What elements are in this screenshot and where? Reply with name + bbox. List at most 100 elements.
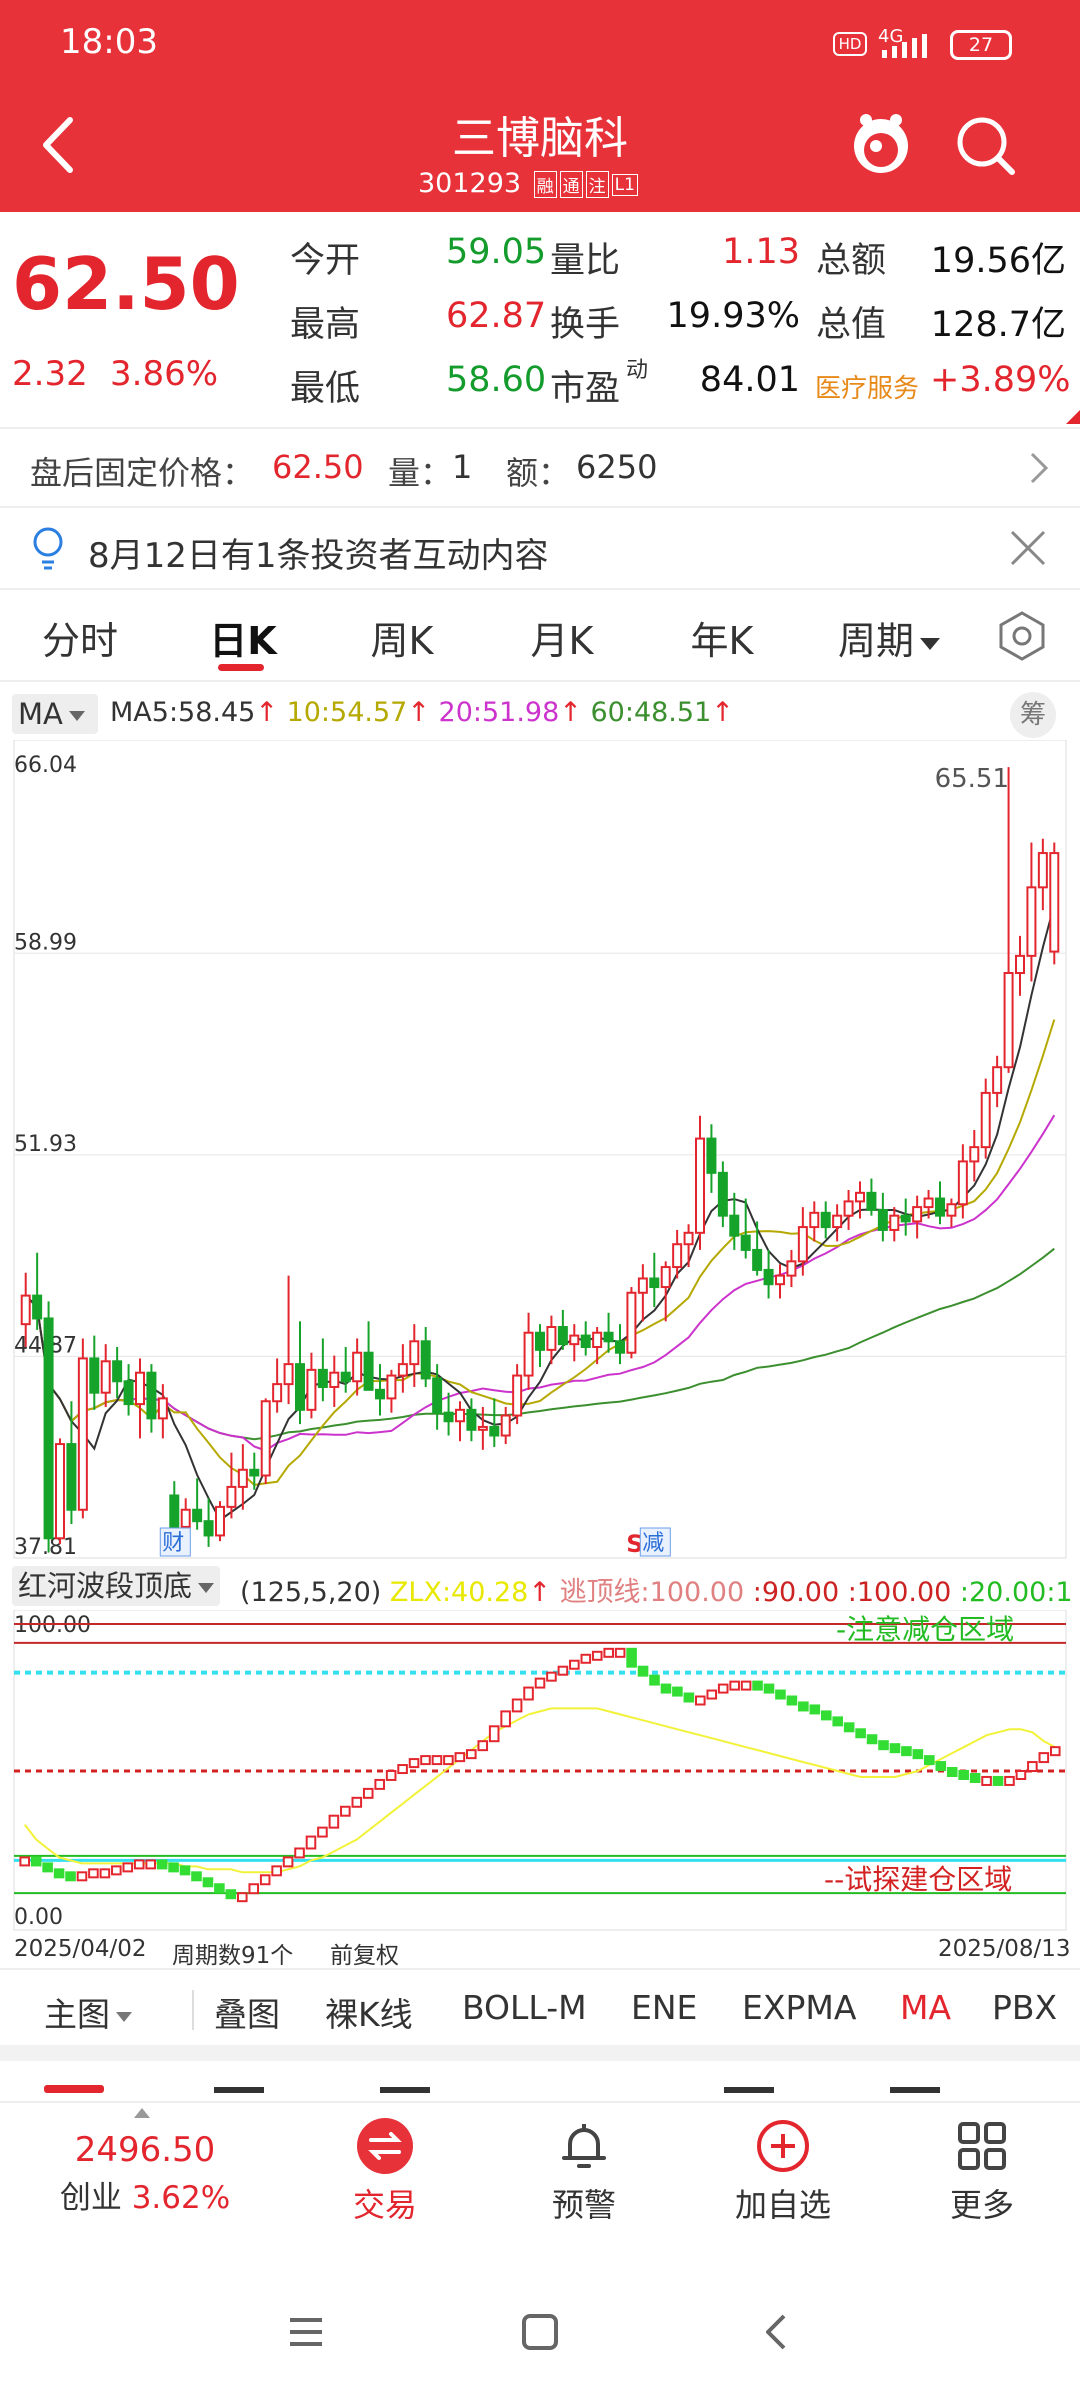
- wave-box: [924, 1755, 935, 1766]
- search-icon[interactable]: [950, 110, 1020, 180]
- afterhours-vol: 1: [452, 448, 473, 486]
- wave-box: [179, 1865, 191, 1876]
- wave-box: [248, 1883, 260, 1895]
- alert-tab-label[interactable]: 预警: [504, 2180, 664, 2226]
- candle-body: [889, 1214, 900, 1231]
- wave-box: [111, 1865, 122, 1876]
- candle-body: [157, 1397, 168, 1420]
- candlestick-chart[interactable]: 66.0458.9951.9344.8737.8165.51财S减: [0, 740, 1080, 1560]
- tab-yearly[interactable]: 年K: [672, 610, 772, 665]
- tab-daily-underline: [218, 664, 264, 671]
- tab-period[interactable]: 周期: [824, 610, 954, 665]
- main-caret-icon: [116, 2011, 132, 2022]
- candle-body: [569, 1334, 580, 1346]
- add-circle-icon[interactable]: [755, 2118, 811, 2174]
- index-row[interactable]: 创业 3.62%: [0, 2172, 290, 2217]
- indicator-legend-row: (125,5,20) ZLX:40.28↑ 逃顶线:100.00 :90.00 …: [240, 1577, 1073, 1608]
- wave-box: [351, 1796, 363, 1808]
- ma-legend-row: MA5:58.45↑ 10:54.57↑ 20:51.98↑ 60:48.51↑: [110, 697, 734, 728]
- candle-body: [546, 1326, 557, 1351]
- battery-level: 27: [968, 34, 994, 56]
- zlx-line: [23, 1707, 1056, 1874]
- ma-selector-label: MA: [18, 697, 63, 731]
- wave-box: [889, 1743, 901, 1754]
- candle-body: [386, 1374, 397, 1400]
- indicator-tab-expma[interactable]: EXPMA: [742, 1988, 856, 2027]
- ma-selector[interactable]: MA: [12, 694, 98, 734]
- home-icon[interactable]: [520, 2312, 560, 2352]
- candle-body: [660, 1266, 671, 1289]
- wave-box: [408, 1758, 420, 1769]
- wave-box: [672, 1686, 683, 1697]
- candle-body: [237, 1468, 248, 1488]
- candle-body: [615, 1340, 625, 1354]
- indicator-tab-ene[interactable]: ENE: [631, 1988, 697, 2027]
- mascot-icon[interactable]: [848, 110, 914, 180]
- wave-box: [706, 1689, 718, 1700]
- tab-period-label: 周期: [837, 619, 914, 663]
- wave-box: [454, 1752, 466, 1763]
- menu-icon[interactable]: [286, 2312, 326, 2352]
- indicator-tab-ma[interactable]: MA: [900, 1988, 951, 2027]
- indicator-tab-boll[interactable]: BOLL-M: [462, 1988, 587, 2027]
- candle-body: [135, 1371, 145, 1406]
- wave-box: [695, 1695, 706, 1706]
- indicator-tab-overlay[interactable]: 叠图: [214, 1988, 280, 2036]
- candle-body: [260, 1400, 271, 1477]
- wave-box: [397, 1764, 408, 1775]
- close-icon[interactable]: [1006, 526, 1050, 570]
- wave-box: [500, 1710, 511, 1728]
- last-price: 62.50: [12, 242, 240, 326]
- tab-divider: [192, 1990, 194, 2030]
- wave-box: [1027, 1761, 1038, 1772]
- ma5-line: [24, 904, 1056, 1522]
- candle-body: [626, 1291, 637, 1354]
- candle-body: [843, 1200, 854, 1217]
- candle-body: [420, 1340, 431, 1380]
- wave-box: [362, 1787, 374, 1799]
- candle-body: [432, 1377, 443, 1414]
- candle-body: [900, 1214, 911, 1223]
- wave-box: [717, 1683, 729, 1694]
- turnover-label: 换手: [550, 305, 621, 345]
- quote-panel: 62.50 2.32 3.86% 今开 59.05 最高 62.87 最低 58…: [0, 212, 1080, 427]
- wave-box: [580, 1653, 592, 1664]
- wave-box: [385, 1770, 397, 1781]
- notice-row[interactable]: 8月12日有1条投资者互动内容: [0, 508, 1080, 588]
- back-nav-icon[interactable]: [756, 2312, 796, 2352]
- settings-hexagon-icon[interactable]: [996, 610, 1048, 662]
- candle-body: [637, 1277, 648, 1294]
- indicator-chart[interactable]: 100.00 0.00 -注意减仓区域 --试探建仓区域: [0, 1610, 1080, 1935]
- indicator-tab-main[interactable]: 主图: [44, 1988, 132, 2036]
- tab-monthly[interactable]: 月K: [512, 610, 612, 665]
- candle-body: [123, 1380, 134, 1406]
- chip-button-label: 筹: [1019, 700, 1046, 730]
- wave-box: [843, 1722, 855, 1733]
- index-value[interactable]: 2496.50: [0, 2130, 290, 2170]
- sector-link[interactable]: 医疗服务: [815, 368, 919, 405]
- tab-daily[interactable]: 日K: [193, 610, 293, 665]
- trade-tab-label[interactable]: 交易: [305, 2180, 465, 2226]
- wave-box: [191, 1871, 202, 1882]
- indicator-caret-icon: [198, 1583, 215, 1593]
- wave-box: [740, 1680, 752, 1691]
- add-fav-tab-label[interactable]: 加自选: [703, 2180, 863, 2226]
- chip-distribution-button[interactable]: 筹: [1010, 692, 1056, 738]
- indicator-selector[interactable]: 红河波段顶底: [12, 1566, 221, 1606]
- tab-intraday[interactable]: 分时: [30, 610, 130, 665]
- tab-weekly[interactable]: 周K: [352, 610, 452, 665]
- afterhours-row[interactable]: 盘后固定价格： 62.50 量： 1 额： 6250: [0, 430, 1080, 506]
- grid-icon[interactable]: [954, 2118, 1010, 2174]
- more-tab-label[interactable]: 更多: [902, 2180, 1062, 2226]
- candle-body: [295, 1363, 305, 1411]
- trade-icon[interactable]: [357, 2118, 413, 2174]
- candle-body: [409, 1340, 420, 1366]
- candle-body: [1003, 971, 1014, 1069]
- indicator-tab-bare-k[interactable]: 裸K线: [325, 1988, 413, 2036]
- wave-box: [431, 1755, 443, 1766]
- indicator-tab-pbx[interactable]: PBX: [992, 1988, 1057, 2027]
- candle-body: [935, 1197, 945, 1217]
- bell-icon[interactable]: [556, 2118, 612, 2174]
- x-axis-end: 2025/08/13: [938, 1936, 1071, 1962]
- wave-box: [420, 1755, 431, 1766]
